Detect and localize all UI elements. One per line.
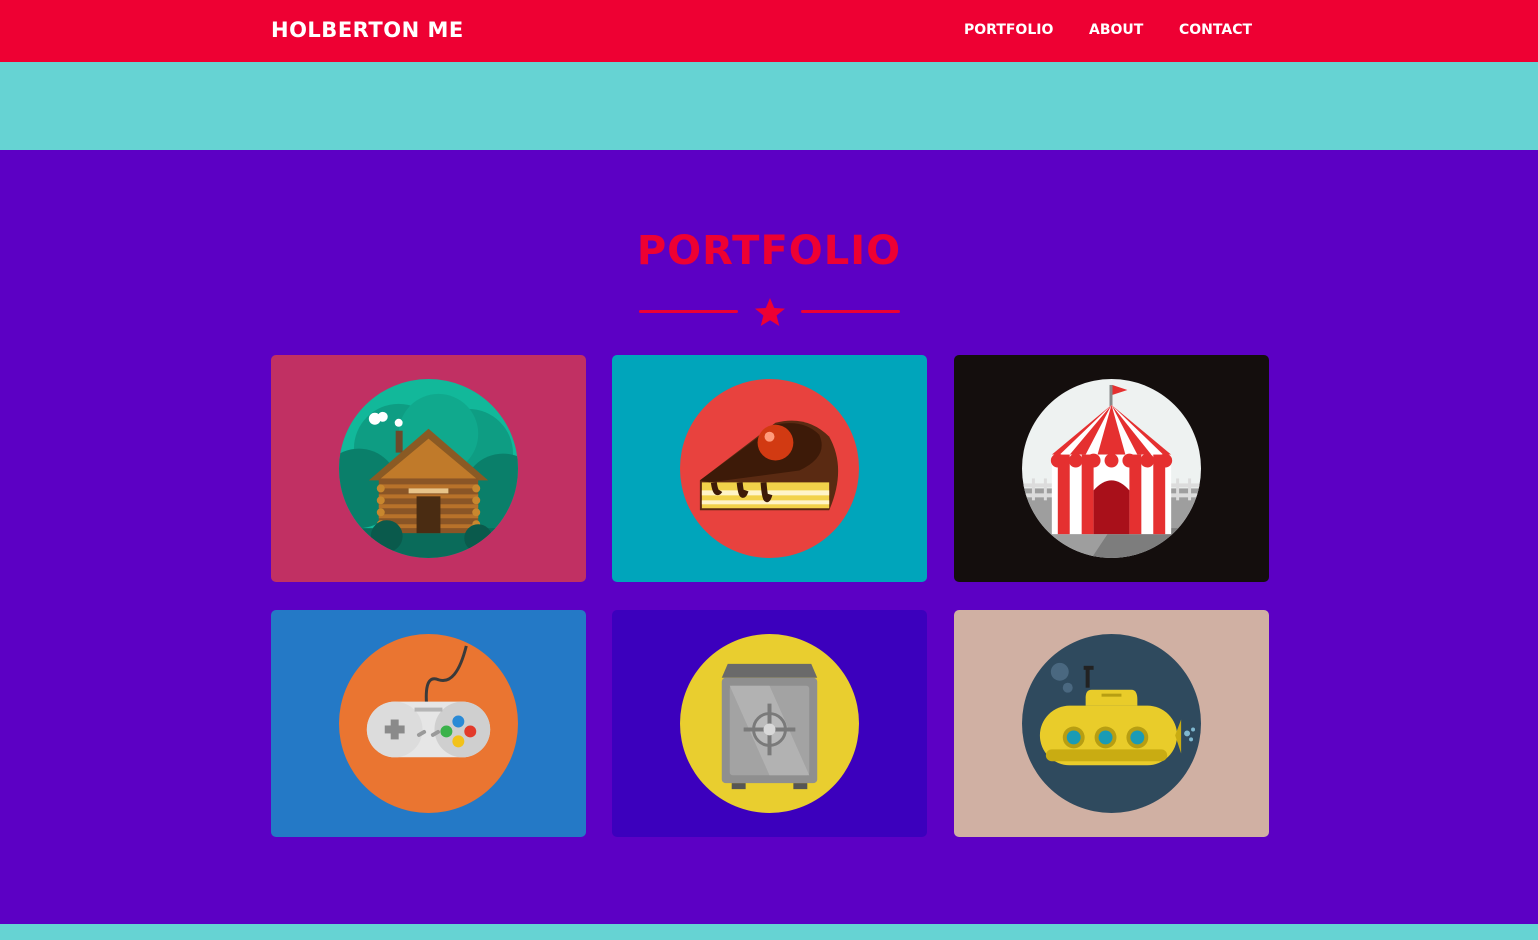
cabin-icon bbox=[339, 379, 518, 558]
circus-tent-icon bbox=[1022, 379, 1201, 558]
portfolio-item-submarine[interactable] bbox=[954, 610, 1269, 837]
footer-band bbox=[0, 924, 1538, 940]
cake-icon bbox=[680, 379, 859, 558]
nav-link-contact[interactable]: CONTACT bbox=[1179, 22, 1252, 38]
nav-link-about[interactable]: ABOUT bbox=[1089, 22, 1143, 38]
portfolio-item-controller[interactable] bbox=[271, 610, 586, 837]
divider-line-left bbox=[639, 310, 738, 313]
hero-band bbox=[0, 62, 1538, 150]
navbar: HOLBERTON ME PORTFOLIO ABOUT CONTACT bbox=[0, 0, 1538, 62]
submarine-icon bbox=[1022, 634, 1201, 813]
nav-link-portfolio[interactable]: PORTFOLIO bbox=[964, 22, 1053, 38]
portfolio-item-cabin[interactable] bbox=[271, 355, 586, 582]
game-controller-icon bbox=[339, 634, 518, 813]
portfolio-item-circus[interactable] bbox=[954, 355, 1269, 582]
brand-logo[interactable]: HOLBERTON ME bbox=[271, 18, 464, 42]
safe-icon bbox=[680, 634, 859, 813]
portfolio-item-safe[interactable] bbox=[612, 610, 927, 837]
portfolio-item-cake[interactable] bbox=[612, 355, 927, 582]
portfolio-title: PORTFOLIO bbox=[636, 228, 902, 274]
star-icon bbox=[755, 298, 785, 326]
divider-line-right bbox=[801, 310, 900, 313]
